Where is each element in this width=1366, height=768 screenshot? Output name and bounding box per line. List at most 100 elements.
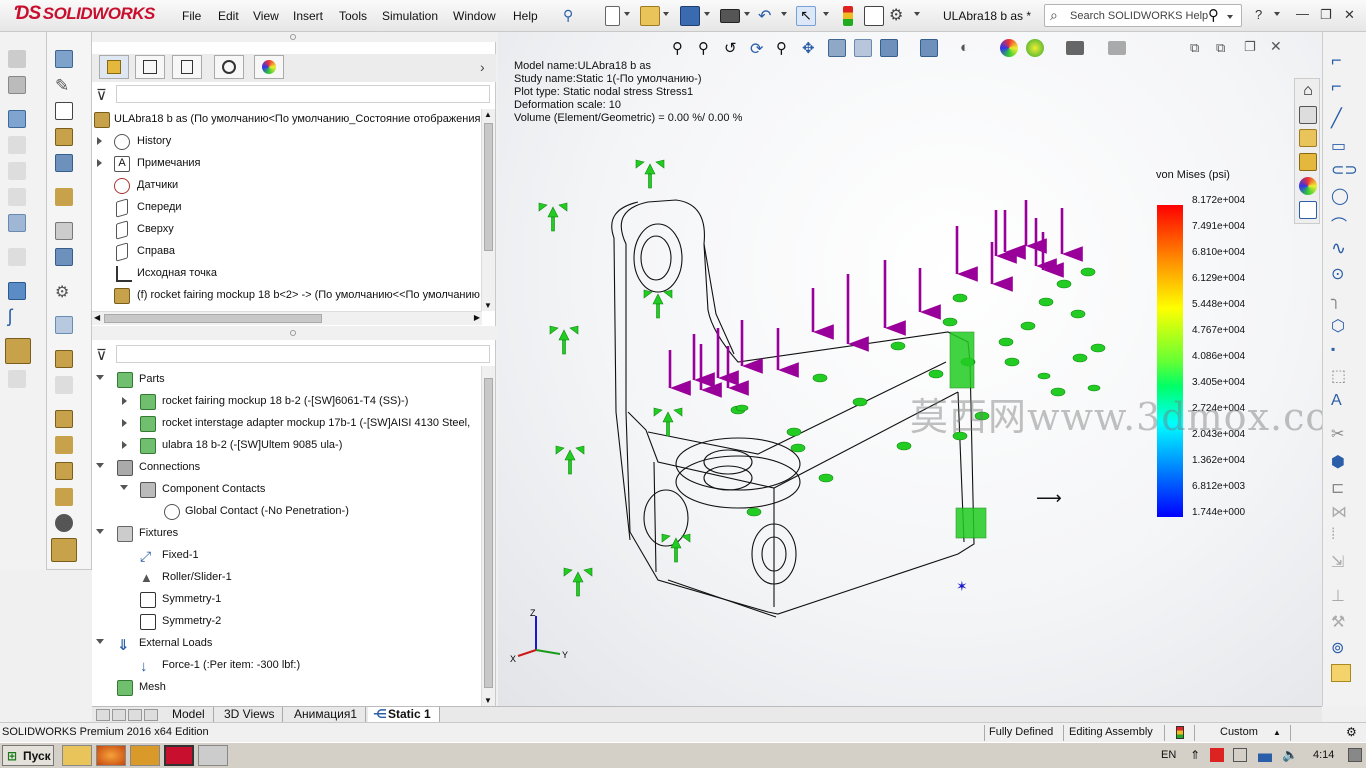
tab-feature-manager[interactable] <box>99 55 129 79</box>
coordinate-triad[interactable]: Z Y X <box>510 606 570 666</box>
tab-nav-first-icon[interactable] <box>96 709 110 721</box>
tree-item-sensors[interactable]: Датчики <box>92 175 480 197</box>
scroll-left-icon[interactable]: ◀ <box>94 313 100 322</box>
filter-input[interactable] <box>116 85 490 103</box>
tree-part-interstage[interactable]: rocket interstage adapter mockup 17b-1 (… <box>92 413 480 435</box>
start-button[interactable]: ⊞ Пуск <box>2 745 54 766</box>
run-study-icon[interactable] <box>55 188 73 206</box>
scroll-up-icon[interactable]: ▲ <box>484 110 492 119</box>
tree-part-ulabra[interactable]: ulabra 18 b-2 (-[SW]Ultem 9085 ula-) <box>92 435 480 457</box>
move-component-icon[interactable] <box>8 188 26 206</box>
convert-entities-icon[interactable]: ⬢ <box>1331 452 1353 471</box>
menu-window[interactable]: Window <box>453 9 496 23</box>
display-relations-icon[interactable]: ⊥ <box>1331 586 1353 605</box>
close-button[interactable]: ✕ <box>1344 7 1355 23</box>
tree-fixture-fixed[interactable]: ⤢ Fixed-1 <box>92 545 480 567</box>
tray-network-icon[interactable] <box>1233 748 1247 762</box>
scroll-down-icon[interactable]: ▼ <box>484 301 492 310</box>
fixture-symbols[interactable] <box>498 32 1322 706</box>
restore-button[interactable]: ❐ <box>1320 7 1332 23</box>
tree-item-right-plane[interactable]: Справа <box>92 241 480 263</box>
scroll-thumb[interactable] <box>104 314 322 323</box>
search-icon[interactable]: ⚲ <box>1208 6 1219 24</box>
tree-fixtures[interactable]: Fixtures <box>92 523 480 545</box>
menu-edit[interactable]: Edit <box>218 9 239 23</box>
tree-item-top-plane[interactable]: Сверху <box>92 219 480 241</box>
expand-arrow-icon[interactable] <box>122 397 127 405</box>
tree-fixture-symmetry2[interactable]: Symmetry-2 <box>92 611 480 633</box>
attach-clip-icon[interactable]: ✎ <box>55 76 73 95</box>
assembly-features-icon[interactable] <box>8 248 26 266</box>
solidworks-taskbar-icon[interactable] <box>164 745 194 766</box>
collapse-arrow-icon[interactable] <box>96 529 104 534</box>
polygon-icon[interactable]: ⬡ <box>1331 316 1353 335</box>
fillet-icon[interactable]: ╮ <box>1331 290 1353 309</box>
mesh-icon[interactable] <box>55 248 73 266</box>
firefox-taskbar-icon[interactable] <box>96 745 126 766</box>
rectangle-icon[interactable]: ▭ <box>1331 136 1353 155</box>
shell-manager-icon[interactable] <box>55 222 73 240</box>
linear-pattern-icon[interactable] <box>8 136 26 154</box>
plot-tools-icon[interactable] <box>55 376 73 394</box>
tree-splitter[interactable] <box>92 326 496 340</box>
arc-icon[interactable]: ⌒ <box>1331 212 1353 235</box>
sketch-icon[interactable]: ⌐ <box>1331 50 1353 70</box>
expand-panel-icon[interactable]: › <box>480 59 485 75</box>
tree-global-contact[interactable]: Global Contact (-No Penetration-) <box>92 501 480 523</box>
solidworks-logo[interactable]: ƊS SOLIDWORKS <box>14 3 155 25</box>
expand-arrow-icon[interactable] <box>97 137 102 145</box>
tree-item-annotations[interactable]: A Примечания <box>92 153 480 175</box>
include-image-icon[interactable] <box>55 436 73 454</box>
language-indicator[interactable]: EN <box>1161 749 1176 761</box>
results-advisor-icon[interactable]: ⚙ <box>55 282 73 301</box>
minimize-button[interactable]: — <box>1296 6 1309 21</box>
collapse-arrow-icon[interactable] <box>96 375 104 380</box>
file-explorer-icon[interactable] <box>1299 129 1317 147</box>
menu-file[interactable]: File <box>182 9 201 23</box>
tree-item-history[interactable]: History <box>92 131 480 153</box>
tray-volume-icon[interactable]: 🔈 <box>1282 747 1298 763</box>
rapid-sketch-icon[interactable] <box>1331 664 1351 682</box>
filter-icon[interactable]: ⊽ <box>96 346 107 364</box>
home-icon[interactable]: ⌂ <box>1299 83 1317 101</box>
line-icon[interactable]: ╱ <box>1331 108 1353 128</box>
circle-icon[interactable]: ◯ <box>1331 186 1353 205</box>
connections-icon[interactable] <box>55 154 73 172</box>
measure-tool-icon[interactable] <box>51 538 77 562</box>
tree-force[interactable]: ↓ Force-1 (:Per item: -300 lbf:) <box>92 655 480 677</box>
fixtures-advisor-icon[interactable] <box>55 102 73 120</box>
rebuild-status-icon[interactable] <box>1176 726 1184 739</box>
tab-dimxpert[interactable] <box>214 55 244 79</box>
smart-fasteners-icon[interactable] <box>8 162 26 180</box>
expand-arrow-icon[interactable] <box>97 159 102 167</box>
tab-configuration-manager[interactable] <box>172 55 202 79</box>
deformed-result-icon[interactable] <box>55 316 73 334</box>
trim-entities-icon[interactable]: ✂ <box>1331 424 1353 443</box>
reference-geometry-icon[interactable] <box>8 282 26 300</box>
help-question-icon[interactable]: ? <box>1255 7 1262 22</box>
tab-display-manager[interactable] <box>254 55 284 79</box>
units-selector[interactable]: Custom <box>1220 726 1258 738</box>
open-dropdown[interactable] <box>663 12 669 16</box>
print-icon[interactable] <box>720 9 740 23</box>
tab-model[interactable]: Model <box>164 707 214 723</box>
tab-3d-views[interactable]: 3D Views <box>216 707 284 723</box>
select-cursor-icon[interactable]: ↖ <box>796 6 816 26</box>
legend-color-bar[interactable] <box>1157 205 1183 517</box>
tree-mesh[interactable]: Mesh <box>92 677 480 699</box>
quick-snaps-icon[interactable]: ⊚ <box>1331 638 1353 657</box>
open-folder-icon[interactable] <box>640 6 660 26</box>
mirror-entities-icon[interactable]: ⋈ <box>1331 502 1353 521</box>
collapse-arrow-icon[interactable] <box>96 463 104 468</box>
pin-icon[interactable]: ⚲ <box>563 7 573 24</box>
tree-parts[interactable]: Parts <box>92 369 480 391</box>
mass-properties-icon[interactable] <box>55 514 73 532</box>
menu-simulation[interactable]: Simulation <box>382 9 438 23</box>
curves-icon[interactable]: ʃ <box>8 307 26 326</box>
tree-part-fairing[interactable]: rocket fairing mockup 18 b-2 (-[SW]6061-… <box>92 391 480 413</box>
text-icon[interactable]: A <box>1331 392 1353 410</box>
tab-animation1[interactable]: Анимация1 <box>286 707 367 723</box>
explorer-taskbar-icon[interactable] <box>62 745 92 766</box>
tab-nav-next-icon[interactable] <box>128 709 142 721</box>
scroll-thumb[interactable] <box>484 378 493 688</box>
